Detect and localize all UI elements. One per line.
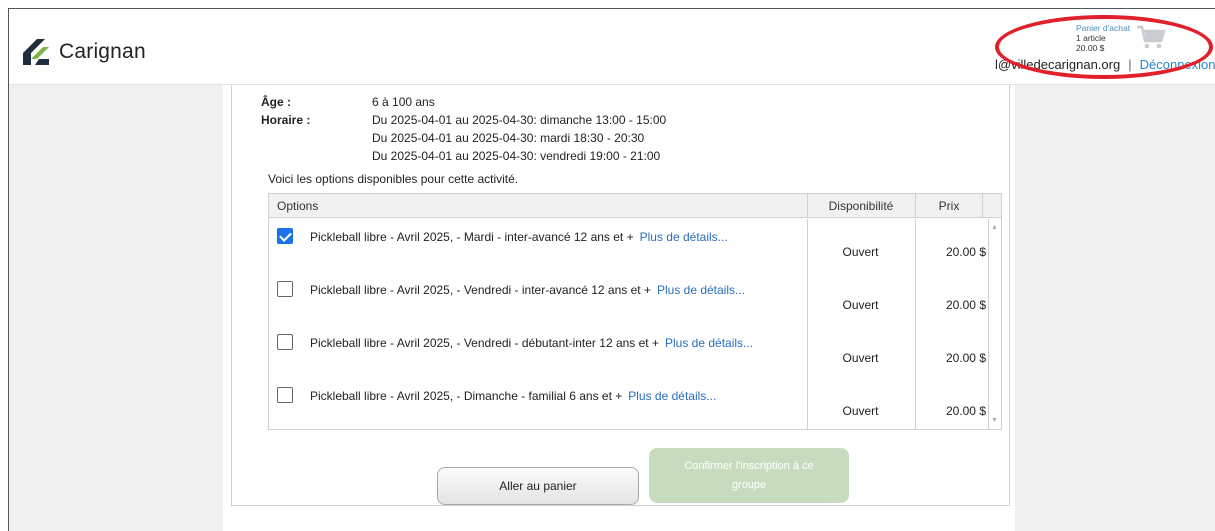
option-checkbox[interactable] [277,228,293,244]
details-link[interactable]: Plus de détails... [640,230,728,244]
table-row: Pickleball libre - Avril 2025, - Dimanch… [269,378,989,431]
price-cell: 20.00 $ [945,351,986,365]
table-header: Options Disponibilité Prix [269,194,1001,218]
availability-cell: Ouvert [842,245,879,259]
scroll-down-arrow-icon[interactable]: ▼ [991,417,998,424]
options-intro: Voici les options disponibles pour cette… [268,172,519,186]
options-table: Options Disponibilité Prix Pickleball li… [268,193,1002,430]
details-link[interactable]: Plus de détails... [628,389,716,403]
table-body[interactable]: Pickleball libre - Avril 2025, - Mardi -… [269,219,1001,429]
schedule-line: Du 2025-04-01 au 2025-04-30: dimanche 13… [372,113,667,127]
option-label: Pickleball libre - Avril 2025, - Vendred… [310,283,746,297]
app-frame: Carignan Panier d'achat 1 article 20.00 … [8,8,1215,531]
price-cell: 20.00 $ [945,298,986,312]
option-checkbox[interactable] [277,334,293,350]
availability-cell: Ouvert [842,298,879,312]
table-row: Pickleball libre - Avril 2025, - Mardi -… [269,219,989,272]
table-row: Pickleball libre - Avril 2025, - Vendred… [269,325,989,378]
age-label: Âge : [261,95,291,109]
option-label: Pickleball libre - Avril 2025, - Mardi -… [310,230,728,244]
logo[interactable]: Carignan [19,35,146,69]
schedule-row: Horaire : Du 2025-04-01 au 2025-04-30: d… [261,111,666,129]
price-cell: 20.00 $ [945,404,986,418]
schedule-line: Du 2025-04-01 au 2025-04-30: vendredi 19… [372,149,661,163]
logo-text: Carignan [59,40,146,63]
details-link[interactable]: Plus de détails... [665,336,753,350]
header-prix: Prix [915,194,983,218]
site-header: Carignan Panier d'achat 1 article 20.00 … [9,9,1215,85]
availability-cell: Ouvert [842,351,879,365]
activity-info: Âge : 6 à 100 ans Horaire : Du 2025-04-0… [261,93,666,165]
go-to-cart-button[interactable]: Aller au panier [437,467,639,505]
table-row: Pickleball libre - Avril 2025, - Vendred… [269,272,989,325]
option-checkbox[interactable] [277,281,293,297]
schedule-row: Du 2025-04-01 au 2025-04-30: mardi 18:30… [261,129,666,147]
activity-details: Âge : 6 à 100 ans Horaire : Du 2025-04-0… [231,85,1010,506]
option-checkbox[interactable] [277,387,293,403]
schedule-label: Horaire : [261,113,311,127]
annotation-ellipse [995,15,1213,79]
header-disponibilite: Disponibilité [807,194,914,218]
confirm-registration-button[interactable]: Confirmer l'inscription à ce groupe [649,448,849,503]
price-cell: 20.00 $ [945,245,986,259]
option-label: Pickleball libre - Avril 2025, - Dimanch… [310,389,717,403]
scroll-up-arrow-icon[interactable]: ▲ [991,224,998,231]
availability-cell: Ouvert [842,404,879,418]
carignan-logo-icon [23,39,49,65]
age-row: Âge : 6 à 100 ans [261,93,666,111]
schedule-line: Du 2025-04-01 au 2025-04-30: mardi 18:30… [372,131,645,145]
details-link[interactable]: Plus de détails... [657,283,745,297]
schedule-row: Du 2025-04-01 au 2025-04-30: vendredi 19… [261,147,666,165]
header-options: Options [277,199,319,213]
main-panel: Âge : 6 à 100 ans Horaire : Du 2025-04-0… [223,85,1015,531]
option-label: Pickleball libre - Avril 2025, - Vendred… [310,336,754,350]
age-value: 6 à 100 ans [372,95,435,109]
